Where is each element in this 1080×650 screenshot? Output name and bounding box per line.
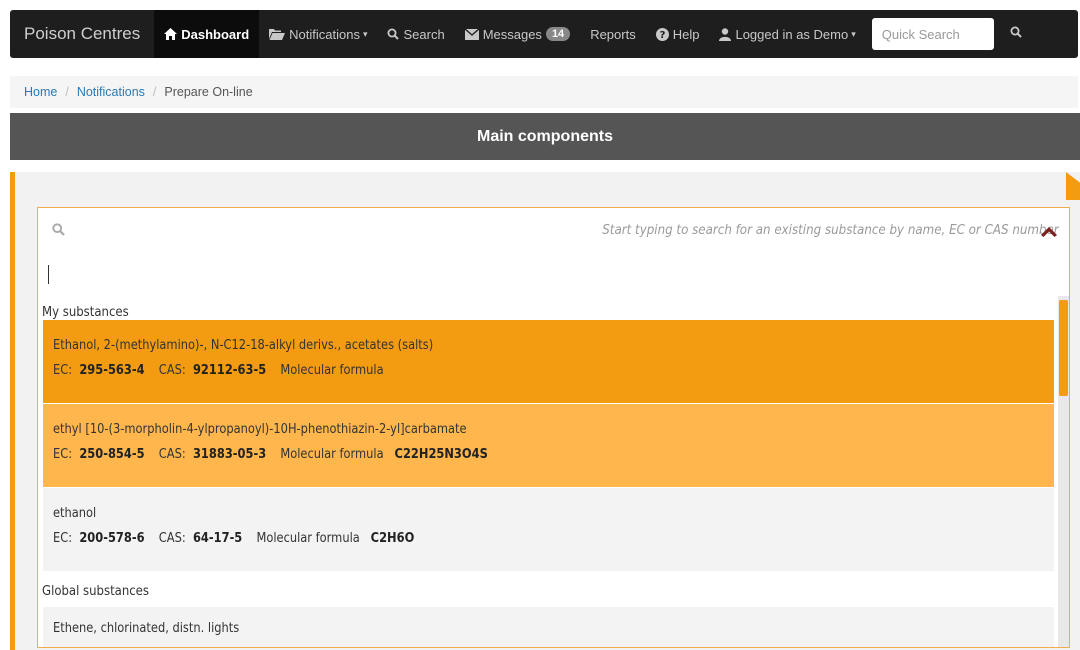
result-item[interactable]: ethyl [10-(3-morpholin-4-ylpropanoyl)-10… bbox=[43, 404, 1054, 487]
scrollbar-thumb[interactable] bbox=[1059, 300, 1068, 396]
cas-number: 31883-05-3 bbox=[192, 447, 267, 462]
nav-search[interactable]: Search bbox=[377, 10, 454, 58]
breadcrumb-notifications-link[interactable]: Notifications bbox=[77, 85, 145, 99]
nav-messages[interactable]: Messages 14 bbox=[455, 10, 581, 58]
nav-help[interactable]: ? Help bbox=[646, 10, 710, 58]
substance-name: ethyl [10-(3-morpholin-4-ylpropanoyl)-10… bbox=[53, 422, 467, 437]
nav-messages-label: Messages bbox=[482, 26, 542, 42]
nav-dashboard[interactable]: Dashboard bbox=[154, 10, 260, 58]
quick-search-button[interactable] bbox=[994, 10, 1038, 58]
nav-reports[interactable]: Reports bbox=[580, 10, 646, 58]
section-title: Main components bbox=[476, 127, 613, 145]
substance-search-box[interactable]: Start typing to search for an existing s… bbox=[37, 207, 1070, 297]
nav-reports-label: Reports bbox=[590, 26, 636, 42]
breadcrumb-separator: / bbox=[152, 85, 157, 99]
group-label-my-substances: My substances bbox=[42, 305, 129, 320]
nav-notifications-label: Notifications bbox=[289, 26, 360, 42]
results-scrollbar[interactable] bbox=[1058, 296, 1069, 647]
breadcrumb: Home / Notifications / Prepare On-line bbox=[10, 76, 1078, 108]
cas-number: 92112-63-5 bbox=[192, 363, 267, 378]
messages-count-badge: 14 bbox=[545, 27, 571, 41]
section-header: Main components bbox=[10, 113, 1080, 160]
substance-identifiers: EC: 295-563-4 CAS: 92112-63-5 Molecular … bbox=[53, 363, 384, 378]
substance-identifiers: EC: 200-578-6 CAS: 64-17-5 Molecular for… bbox=[53, 531, 415, 546]
envelope-icon bbox=[464, 28, 479, 40]
nav-search-label: Search bbox=[403, 26, 445, 42]
nav-user-label: Logged in as Demo bbox=[735, 26, 849, 42]
result-item[interactable]: Ethanol, 2-(methylamino)-, N-C12-18-alky… bbox=[43, 320, 1054, 403]
collapse-up-icon[interactable] bbox=[1041, 224, 1057, 242]
cas-number: 64-17-5 bbox=[192, 531, 243, 546]
search-icon bbox=[1010, 25, 1022, 43]
caret-down-icon: ▾ bbox=[362, 28, 368, 39]
question-circle-icon: ? bbox=[655, 27, 669, 41]
result-item[interactable]: ethanol EC: 200-578-6 CAS: 64-17-5 Molec… bbox=[43, 488, 1054, 571]
substance-name: Ethanol, 2-(methylamino)-, N-C12-18-alky… bbox=[53, 338, 434, 353]
result-item[interactable]: Ethene, chlorinated, distn. lights bbox=[43, 607, 1054, 647]
molecular-formula: C22H25N3O4S bbox=[394, 447, 488, 462]
breadcrumb-separator: / bbox=[65, 85, 69, 99]
search-icon bbox=[387, 28, 400, 40]
home-icon bbox=[164, 28, 178, 40]
user-icon bbox=[719, 27, 732, 41]
substance-name: Ethene, chlorinated, distn. lights bbox=[53, 621, 240, 636]
molecular-formula: C2H6O bbox=[370, 531, 415, 546]
nav-user-menu[interactable]: Logged in as Demo ▾ bbox=[709, 10, 865, 58]
breadcrumb-current: Prepare On-line bbox=[164, 85, 253, 99]
quick-search-input[interactable] bbox=[871, 18, 994, 50]
folder-open-icon bbox=[269, 28, 286, 40]
ec-number: 250-854-5 bbox=[79, 447, 145, 462]
nav-help-label: Help bbox=[672, 26, 700, 42]
substance-name: ethanol bbox=[53, 506, 97, 521]
caret-down-icon: ▾ bbox=[851, 28, 856, 39]
search-icon bbox=[52, 223, 65, 241]
substance-identifiers: EC: 250-854-5 CAS: 31883-05-3 Molecular … bbox=[53, 447, 488, 462]
search-placeholder-hint: Start typing to search for an existing s… bbox=[602, 222, 1059, 238]
group-label-global-substances: Global substances bbox=[42, 584, 149, 599]
breadcrumb-home-link[interactable]: Home bbox=[24, 85, 57, 99]
nav-notifications[interactable]: Notifications ▾ bbox=[259, 10, 377, 58]
ec-number: 200-578-6 bbox=[79, 531, 145, 546]
panel-accent-bar bbox=[10, 172, 15, 650]
search-results-dropdown: My substances Ethanol, 2-(methylamino)-,… bbox=[37, 296, 1070, 648]
svg-text:?: ? bbox=[659, 30, 665, 41]
nav-dashboard-label: Dashboard bbox=[181, 26, 250, 42]
brand-link[interactable]: Poison Centres bbox=[10, 10, 154, 58]
text-caret bbox=[48, 265, 49, 284]
ec-number: 295-563-4 bbox=[79, 363, 145, 378]
top-navbar: Poison Centres Dashboard Notifications ▾… bbox=[10, 10, 1078, 58]
